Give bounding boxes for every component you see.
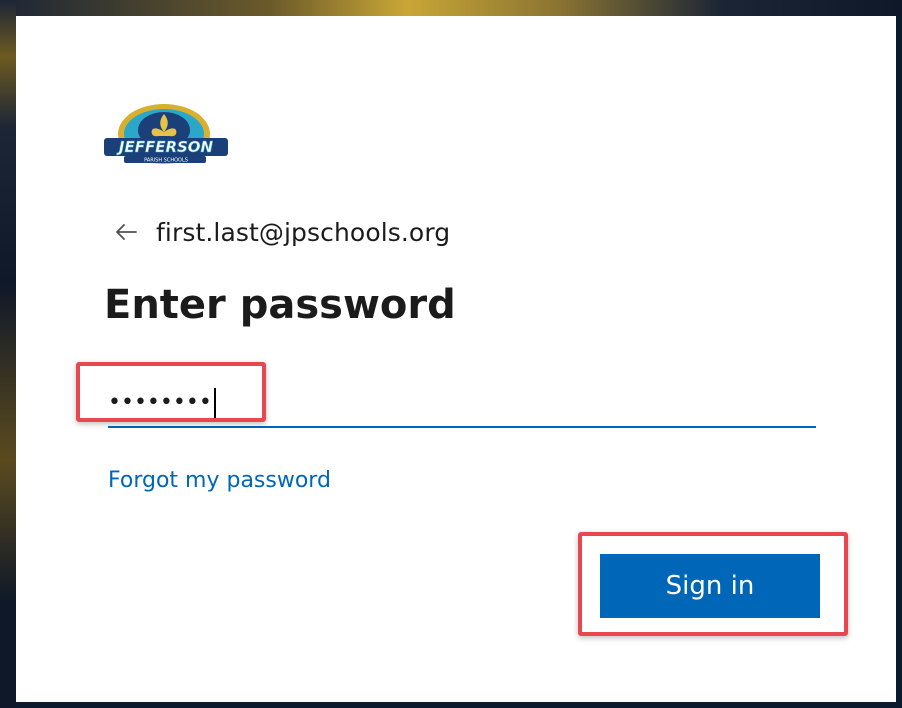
- jefferson-logo: JEFFERSON PARISH SCHOOLS: [102, 100, 230, 172]
- forgot-password-link[interactable]: Forgot my password: [108, 468, 331, 493]
- password-underline: [108, 426, 816, 428]
- page-title: Enter password: [104, 282, 456, 328]
- password-highlight-box: [76, 362, 266, 422]
- jefferson-logo-graphic: JEFFERSON PARISH SCHOOLS: [104, 104, 228, 164]
- logo-wordmark: JEFFERSON: [116, 138, 214, 156]
- sign-in-button[interactable]: Sign in: [600, 554, 820, 618]
- logo-subtext: PARISH SCHOOLS: [144, 158, 188, 164]
- identity-banner: first.last@jpschools.org: [114, 214, 450, 250]
- back-arrow-icon[interactable]: [114, 220, 138, 244]
- backdrop-top-strip: [0, 0, 902, 16]
- backdrop-left-strip: [0, 0, 16, 708]
- identity-email: first.last@jpschools.org: [156, 217, 451, 247]
- signin-card: JEFFERSON PARISH SCHOOLS first.last@jpsc…: [16, 16, 896, 702]
